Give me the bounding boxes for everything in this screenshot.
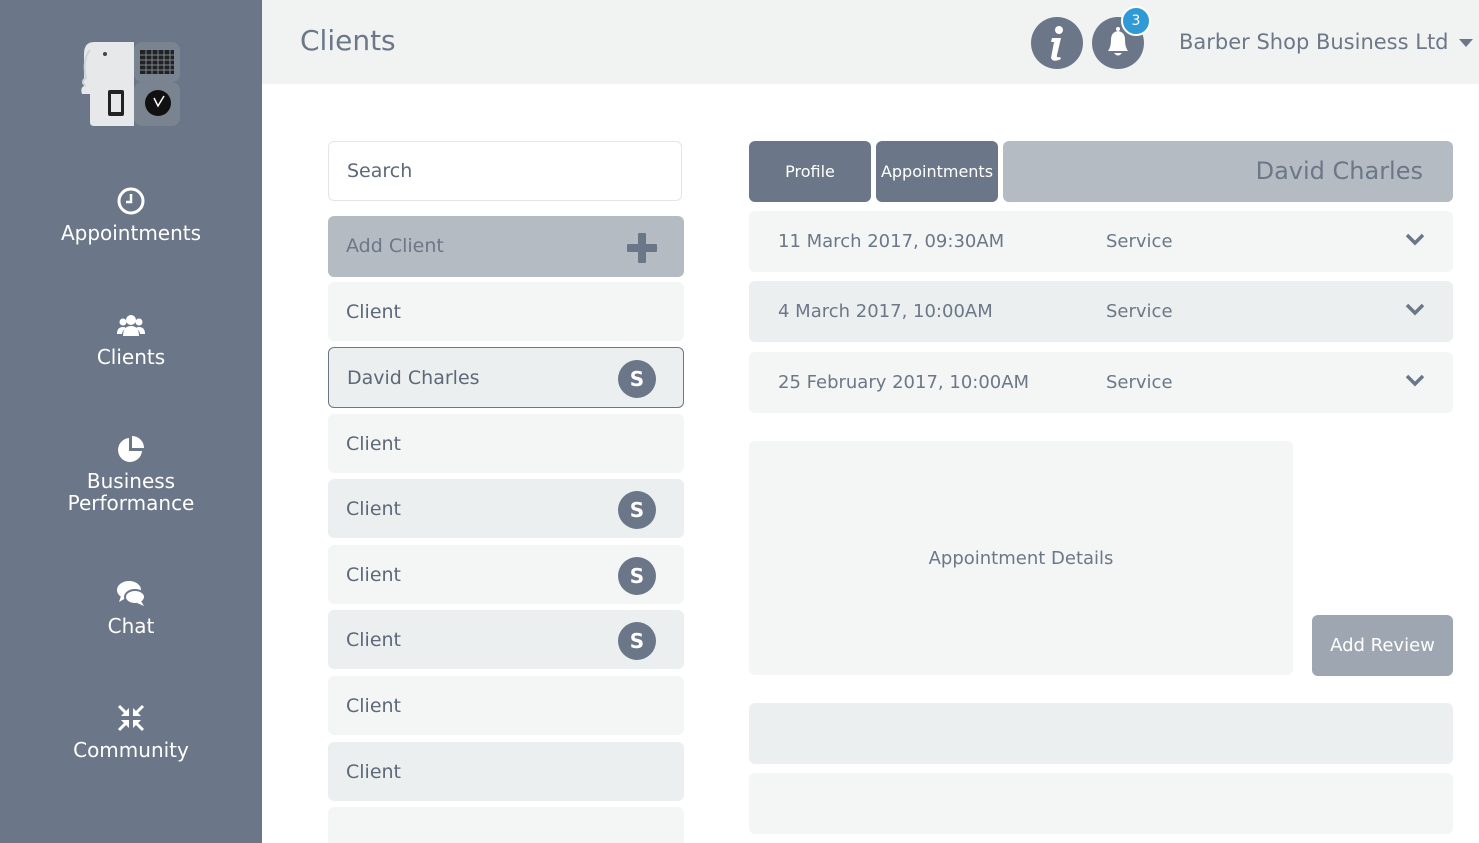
client-name: Client	[346, 761, 402, 783]
chevron-down-icon[interactable]	[1405, 233, 1425, 247]
status-badge: S	[618, 491, 656, 529]
client-row[interactable]: Client S	[328, 610, 684, 669]
chevron-down-icon[interactable]	[1405, 303, 1425, 317]
users-icon	[117, 315, 145, 336]
client-name: Client	[346, 564, 402, 586]
status-badge: S	[618, 622, 656, 660]
client-name: David Charles	[347, 367, 480, 389]
appointment-service: Service	[1106, 301, 1173, 322]
nav-appointments-label: Appointments	[60, 221, 202, 245]
nav-business-performance[interactable]: Business Performance	[0, 434, 262, 514]
info-icon	[1051, 26, 1063, 61]
tab-profile[interactable]: Profile	[749, 141, 871, 202]
client-row[interactable]: Client S	[328, 479, 684, 538]
client-name: Client	[346, 629, 402, 651]
status-badge: S	[618, 557, 656, 595]
appointment-row[interactable]: 4 March 2017, 10:00AM Service	[749, 281, 1453, 342]
info-button[interactable]	[1031, 17, 1083, 69]
top-bar: Clients 3 Barber Shop Business Ltd	[262, 0, 1479, 84]
chat-bubbles-icon	[117, 581, 146, 606]
appointment-row[interactable]: 11 March 2017, 09:30AM Service	[749, 211, 1453, 272]
nav-appointments[interactable]: Appointments	[0, 186, 262, 244]
nav-business-label-line1: Business	[86, 469, 176, 493]
nav-clients-label: Clients	[96, 345, 166, 369]
client-row[interactable]: Client	[328, 742, 684, 801]
appointment-service: Service	[1106, 231, 1173, 252]
appointment-date: 25 February 2017, 10:00AM	[778, 372, 1030, 393]
add-client-button[interactable]: Add Client	[328, 216, 684, 277]
nav-chat[interactable]: Chat	[0, 579, 262, 637]
notification-count-badge: 3	[1121, 6, 1151, 36]
selected-client-name: David Charles	[1255, 157, 1423, 185]
client-row[interactable]: Client	[328, 414, 684, 473]
client-row-partial[interactable]	[328, 807, 684, 843]
client-row-selected[interactable]: David Charles S	[328, 347, 684, 408]
business-name: Barber Shop Business Ltd	[1179, 30, 1449, 54]
clock-icon	[117, 187, 145, 215]
appointment-date: 11 March 2017, 09:30AM	[778, 231, 1005, 252]
nav-community[interactable]: Community	[0, 703, 262, 761]
add-client-label: Add Client	[346, 235, 444, 257]
client-name: Client	[346, 433, 402, 455]
plus-icon	[627, 233, 657, 263]
empty-row	[749, 703, 1453, 764]
client-name: Client	[346, 695, 402, 717]
appointment-service: Service	[1106, 372, 1173, 393]
client-name: Client	[346, 498, 402, 520]
client-row[interactable]: Client	[328, 676, 684, 735]
empty-row	[749, 773, 1453, 834]
selected-client-header: David Charles	[1003, 141, 1453, 202]
appointment-details-panel: Appointment Details	[749, 441, 1293, 675]
status-badge: S	[618, 360, 656, 398]
client-row[interactable]: Client	[328, 282, 684, 341]
appointment-row[interactable]: 25 February 2017, 10:00AM Service	[749, 352, 1453, 413]
chevron-down-icon[interactable]	[1405, 374, 1425, 388]
add-review-button[interactable]: Add Review	[1312, 615, 1453, 676]
pie-chart-icon	[118, 436, 144, 462]
nav-business-label-line2: Performance	[67, 491, 195, 515]
compress-arrows-icon	[117, 704, 145, 732]
appointment-details-label: Appointment Details	[928, 548, 1114, 569]
client-name: Client	[346, 301, 402, 323]
nav-chat-label: Chat	[107, 614, 155, 638]
page-title: Clients	[300, 24, 396, 57]
client-row[interactable]: Client S	[328, 545, 684, 604]
caret-down-icon	[1458, 39, 1473, 47]
search-input[interactable]	[328, 141, 682, 201]
nav-community-label: Community	[73, 738, 189, 762]
business-selector[interactable]: Barber Shop Business Ltd	[1179, 30, 1473, 54]
nav-clients[interactable]: Clients	[0, 310, 262, 368]
appointment-date: 4 March 2017, 10:00AM	[778, 301, 993, 322]
sidebar: Appointments Clients Business Performanc…	[0, 0, 262, 843]
app-logo-icon[interactable]	[80, 36, 182, 128]
tab-appointments[interactable]: Appointments	[876, 141, 998, 202]
